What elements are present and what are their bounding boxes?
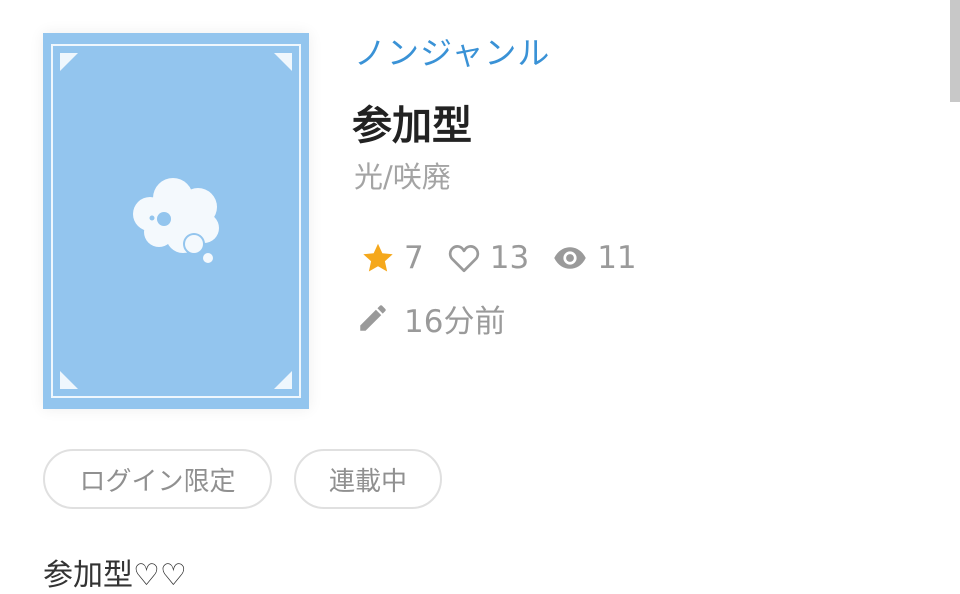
scrollbar-thumb[interactable] [950,0,960,102]
description-preview: 参加型♡♡ [43,558,187,593]
tag-login-only[interactable]: ログイン限定 [43,449,272,509]
views-stat: 11 [551,240,637,276]
tag-serializing[interactable]: 連載中 [294,449,442,509]
likes-count: 13 [489,240,530,276]
corner-ornament-tr [274,53,292,71]
views-count: 11 [597,240,637,276]
stars-stat: 7 [360,240,424,276]
updated-time: 16分前 [404,303,506,340]
book-cover[interactable] [43,33,309,409]
corner-ornament-bl [60,371,78,389]
author-name[interactable]: 光/咲廃 [354,154,451,196]
corner-ornament-br [274,371,292,389]
heart-outline-icon [448,245,479,273]
stats-row: 7 13 11 [360,240,659,276]
work-title[interactable]: 参加型 [352,93,472,151]
star-icon [363,243,393,272]
updated-row: 16分前 [356,298,506,340]
eye-icon [554,247,586,269]
likes-stat: 13 [446,240,529,276]
genre-link[interactable]: ノンジャンル [354,28,550,74]
thought-bubble-icon [133,178,219,263]
corner-ornament-tl [60,53,78,71]
cover-art [51,44,301,398]
stars-count: 7 [404,240,424,276]
pencil-icon [360,305,386,331]
